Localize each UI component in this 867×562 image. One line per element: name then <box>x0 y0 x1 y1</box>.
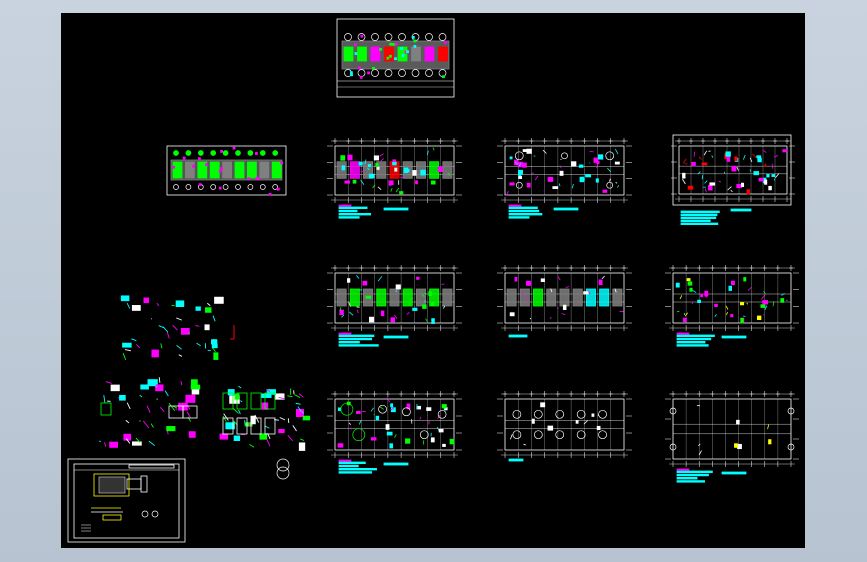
detail-plan-1[interactable] <box>327 391 462 474</box>
detail-cluster-upper[interactable] <box>120 295 235 360</box>
beam-plan-2[interactable] <box>665 265 799 347</box>
room-block <box>429 161 440 179</box>
room-block <box>506 288 517 307</box>
room-block <box>402 288 413 307</box>
room-block <box>533 288 544 307</box>
room-block <box>572 288 583 307</box>
room-block <box>349 288 360 307</box>
room-block <box>559 288 570 307</box>
column-plan-1[interactable] <box>497 138 632 219</box>
floor-plan-2[interactable] <box>327 265 462 347</box>
sheet-outline <box>334 398 455 451</box>
room-block <box>336 288 347 307</box>
room-block <box>349 161 360 179</box>
foundation-plan[interactable] <box>166 145 287 196</box>
room-block <box>376 288 387 307</box>
room-block <box>546 288 557 307</box>
cad-drawing-canvas[interactable] <box>61 13 805 548</box>
room-block <box>415 288 426 307</box>
cad-model-space-viewport[interactable] <box>61 13 805 548</box>
sheet-outline <box>504 398 625 451</box>
detail-plan-2[interactable] <box>497 391 632 458</box>
detail-plan-2-notes[interactable] <box>508 458 524 462</box>
sheet-outline <box>672 398 792 460</box>
beam-plan-1-inner[interactable] <box>671 138 795 202</box>
floor-plan-3-notes[interactable] <box>508 334 528 338</box>
detail-plan-3[interactable] <box>665 391 799 483</box>
floor-plan-3[interactable] <box>497 265 632 331</box>
detail-cluster-lower-mid[interactable] <box>219 385 311 480</box>
sheet-frame <box>67 458 186 543</box>
room-block <box>442 288 453 307</box>
room-block <box>612 288 623 307</box>
beam-plan-1-notes[interactable] <box>680 208 752 226</box>
floor-plan-1[interactable] <box>327 138 462 219</box>
room-block <box>389 288 400 307</box>
top-plan[interactable] <box>336 18 455 98</box>
room-block <box>599 288 610 307</box>
title-block-sheet[interactable] <box>67 458 186 543</box>
room-block <box>519 288 530 307</box>
detail-cluster-lower-left[interactable] <box>99 377 201 448</box>
room-block <box>442 161 453 179</box>
